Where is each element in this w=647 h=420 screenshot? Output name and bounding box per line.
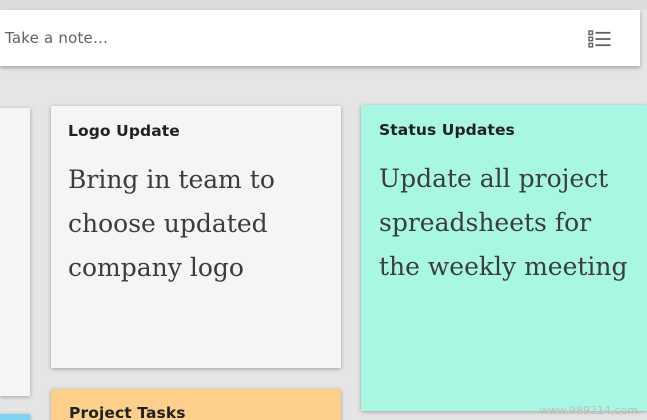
note-card-status-updates[interactable]: Status Updates Update all project spread… (361, 105, 647, 411)
take-note-bar[interactable]: Take a note… (0, 10, 640, 66)
list-checkbox-icon[interactable] (588, 29, 612, 49)
note-card-logo-update[interactable]: Logo Update Bring in team to choose upda… (51, 106, 341, 368)
note-card-project-tasks[interactable]: Project Tasks (51, 389, 341, 420)
take-note-input[interactable]: Take a note… (5, 29, 108, 47)
note-title: Logo Update (68, 122, 180, 140)
top-strip (0, 0, 647, 10)
note-title: Project Tasks (69, 404, 186, 420)
note-body: Bring in team to choose updated company … (68, 165, 275, 282)
note-card-partial[interactable] (0, 108, 30, 396)
note-card-partial-blue[interactable] (0, 414, 30, 420)
note-title: Status Updates (379, 121, 515, 139)
watermark-logo: www.989214.com (540, 404, 638, 417)
svg-text:www.989214.com: www.989214.com (540, 404, 638, 417)
note-body: Update all project spreadsheets for the … (379, 164, 628, 281)
keep-notes-board: Take a note… Logo Update Bring in team t… (0, 0, 647, 420)
